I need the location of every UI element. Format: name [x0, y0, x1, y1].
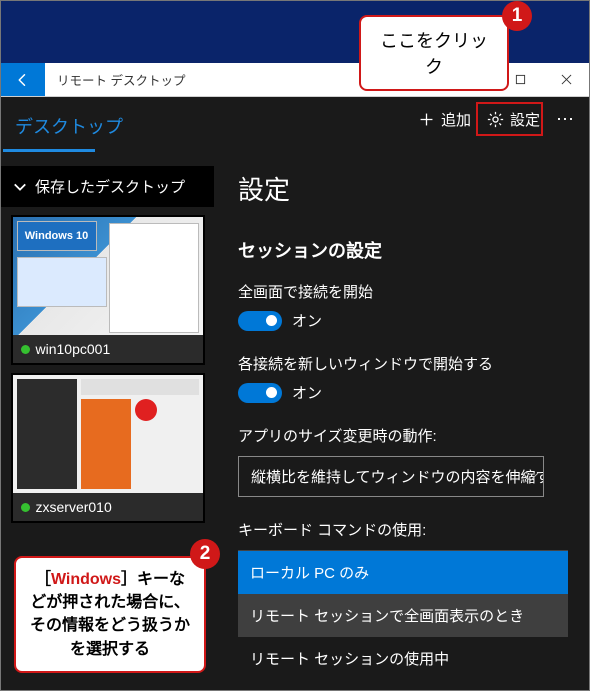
keyboard-option-session[interactable]: リモート セッションの使用中 [238, 637, 568, 680]
add-button[interactable]: 追加 [418, 109, 471, 130]
toggle-track [238, 383, 282, 403]
back-button[interactable] [1, 63, 45, 96]
desktop-name: win10pc001 [36, 341, 111, 357]
resize-value: 縦横比を維持してウィンドウの内容を伸縮す [251, 469, 544, 486]
chevron-down-icon [13, 180, 27, 194]
annotation-badge-2: 2 [190, 539, 220, 569]
saved-desktops-label: 保存したデスクトップ [35, 176, 185, 197]
keyboard-option-fullscreen[interactable]: リモート セッションで全画面表示のとき [238, 594, 568, 637]
new-window-label: 各接続を新しいウィンドウで開始する [238, 353, 571, 374]
desktop-thumbnail [13, 375, 203, 493]
tab-desktop[interactable]: デスクトップ [1, 107, 137, 149]
badge-1-text: 1 [512, 5, 523, 27]
saved-desktops-header[interactable]: 保存したデスクトップ [1, 166, 214, 207]
plus-icon [418, 111, 435, 128]
desktop-card[interactable]: Windows 10 win10pc001 [11, 215, 205, 365]
resize-select[interactable]: 縦横比を維持してウィンドウの内容を伸縮す [238, 456, 544, 497]
badge-2-text: 2 [200, 543, 211, 565]
page-title: 設定 [238, 170, 571, 207]
session-section-title: セッションの設定 [238, 237, 571, 263]
callout-1: ここをクリック [359, 15, 509, 91]
annotation-badge-1: 1 [502, 1, 532, 31]
toggle-state-text: オン [292, 310, 322, 331]
settings-button[interactable]: 設定 [487, 109, 540, 130]
more-button[interactable]: ⋯ [556, 109, 575, 130]
back-arrow-icon [14, 71, 32, 89]
add-label: 追加 [441, 109, 471, 130]
settings-label: 設定 [510, 109, 540, 130]
keyboard-option-local[interactable]: ローカル PC のみ [238, 551, 568, 594]
desktop-card-label: zxserver010 [13, 493, 203, 521]
resize-label: アプリのサイズ変更時の動作: [238, 425, 571, 446]
ellipsis-icon: ⋯ [556, 109, 575, 130]
fullscreen-label: 全画面で接続を開始 [238, 281, 571, 302]
desktop-name: zxserver010 [36, 499, 112, 515]
desktop-card[interactable]: zxserver010 [11, 373, 205, 523]
close-button[interactable] [543, 63, 589, 97]
callout-1-text: ここをクリック [380, 31, 488, 77]
toggle-state-text: オン [292, 382, 322, 403]
tab-underline [3, 149, 95, 152]
new-window-toggle[interactable]: オン [238, 382, 571, 403]
settings-panel: 設定 セッションの設定 全画面で接続を開始 オン 各接続を新しいウィンドウで開始… [214, 142, 589, 690]
keyboard-label: キーボード コマンドの使用: [238, 519, 571, 540]
fullscreen-toggle[interactable]: オン [238, 310, 571, 331]
gear-icon [487, 111, 504, 128]
desktop-thumbnail: Windows 10 [13, 217, 203, 335]
maximize-icon [515, 74, 526, 85]
status-dot-icon [21, 503, 30, 512]
toolbar: 追加 設定 ⋯ [214, 97, 589, 142]
keyboard-options-list: ローカル PC のみ リモート セッションで全画面表示のとき リモート セッショ… [238, 550, 568, 680]
toggle-track [238, 311, 282, 331]
callout-2: ［Windows］キーなどが押された場合に、その情報をどう扱うかを選択する [14, 556, 206, 673]
close-icon [561, 74, 572, 85]
status-dot-icon [21, 345, 30, 354]
desktop-card-label: win10pc001 [13, 335, 203, 363]
